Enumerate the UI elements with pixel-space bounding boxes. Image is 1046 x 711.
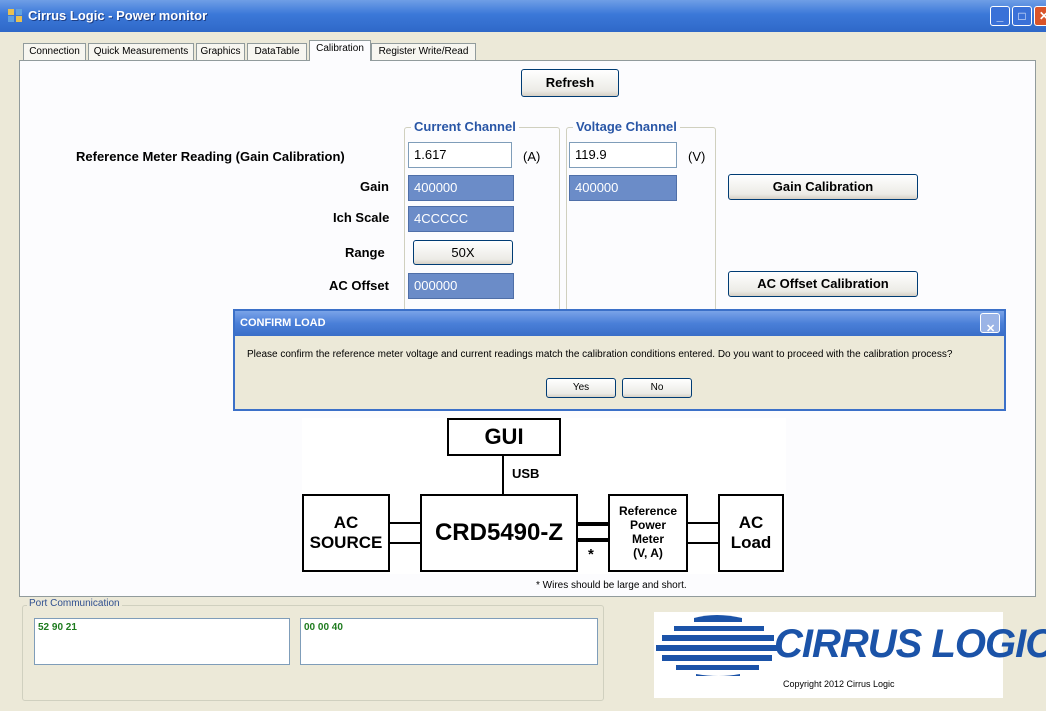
current-channel-label: Current Channel [411, 119, 519, 134]
ac-source-line1: AC [333, 513, 359, 533]
maximize-button[interactable]: □ [1012, 6, 1032, 26]
wire-note: * Wires should be large and short. [536, 580, 687, 591]
voltage-gain-field[interactable]: 400000 [569, 175, 677, 201]
current-unit-label: (A) [523, 149, 541, 164]
reference-power-meter-block: Reference Power Meter (V, A) [608, 494, 688, 572]
ac-load-line1: AC [738, 513, 764, 533]
dialog-message: Please confirm the reference meter volta… [247, 349, 953, 360]
crd5490-board-block: CRD5490-Z [420, 494, 578, 572]
dialog-title: CONFIRM LOAD [240, 317, 326, 329]
voltage-reading-input[interactable]: 119.9 [569, 142, 677, 168]
tab-graphics[interactable]: Graphics [196, 43, 245, 60]
tab-register-write-read[interactable]: Register Write/Read [371, 43, 476, 60]
ac-load-block: AC Load [718, 494, 784, 572]
gain-label: Gain [360, 179, 389, 194]
port-communication-label: Port Communication [27, 598, 122, 609]
logo-text: CIRRUS LOGIC [774, 622, 1046, 666]
ac-offset-calibration-button[interactable]: AC Offset Calibration [728, 271, 918, 297]
usb-label: USB [512, 466, 540, 481]
ich-scale-field[interactable]: 4CCCCC [408, 206, 514, 232]
wire-asterisk: * [588, 546, 594, 563]
range-label: Range [345, 245, 385, 260]
current-gain-field[interactable]: 400000 [408, 175, 514, 201]
no-button[interactable]: No [622, 378, 692, 398]
ac-offset-field[interactable]: 000000 [408, 273, 514, 299]
range-button[interactable]: 50X [413, 240, 513, 265]
gui-block: GUI [447, 418, 561, 456]
confirm-load-dialog: CONFIRM LOAD ✕ Please confirm the refere… [233, 309, 1006, 411]
wire-source-top [390, 522, 420, 524]
maximize-icon: □ [1018, 9, 1026, 23]
ref-line2: Power [629, 518, 666, 533]
ac-offset-label: AC Offset [329, 278, 389, 293]
rx-data-box[interactable]: 00 00 40 [300, 618, 598, 665]
ac-source-block: AC SOURCE [302, 494, 390, 572]
ac-load-line2: Load [730, 533, 772, 552]
tab-datatable[interactable]: DataTable [247, 43, 307, 60]
ac-source-line2: SOURCE [309, 533, 383, 552]
minimize-button[interactable]: _ [990, 6, 1010, 26]
yes-button[interactable]: Yes [546, 378, 616, 398]
dialog-close-button[interactable]: ✕ [980, 313, 1000, 335]
window-title: Cirrus Logic - Power monitor [28, 8, 208, 23]
reference-meter-label: Reference Meter Reading (Gain Calibratio… [76, 149, 345, 164]
ref-line1: Reference [618, 504, 678, 519]
logo-stripes-icon [656, 615, 779, 676]
current-reading-input[interactable]: 1.617 [408, 142, 512, 168]
voltage-channel-label: Voltage Channel [573, 119, 680, 134]
close-button[interactable]: ✕ [1034, 6, 1046, 26]
usb-line [502, 456, 504, 494]
tab-calibration[interactable]: Calibration [309, 40, 371, 61]
ref-line3: Meter [631, 532, 664, 546]
tab-quick-measurements[interactable]: Quick Measurements [88, 43, 194, 60]
connection-diagram: GUI USB AC SOURCE CRD5490-Z * Reference … [302, 418, 786, 574]
wire-load-bottom [688, 542, 718, 544]
close-icon: ✕ [986, 323, 996, 335]
title-bar: Cirrus Logic - Power monitor _ □ ✕ [0, 0, 1046, 32]
voltage-unit-label: (V) [688, 149, 706, 164]
cirrus-logic-logo: CIRRUS LOGIC Copyright 2012 Cirrus Logic [654, 612, 1046, 698]
dialog-title-bar: CONFIRM LOAD ✕ [235, 311, 1004, 336]
tx-data-box[interactable]: 52 90 21 [34, 618, 290, 665]
wire-meter-top [578, 522, 608, 526]
tab-connection[interactable]: Connection [23, 43, 86, 60]
copyright-text: Copyright 2012 Cirrus Logic [783, 679, 895, 689]
wire-load-top [688, 522, 718, 524]
gain-calibration-button[interactable]: Gain Calibration [728, 174, 918, 200]
close-icon: ✕ [1038, 9, 1046, 23]
ref-line4: (V, A) [633, 545, 663, 560]
ich-scale-label: Ich Scale [333, 210, 390, 225]
minimize-icon: _ [996, 9, 1004, 23]
wire-source-bottom [390, 542, 420, 544]
wire-meter-bottom [578, 538, 608, 542]
app-icon [8, 9, 22, 22]
refresh-button[interactable]: Refresh [521, 69, 619, 97]
